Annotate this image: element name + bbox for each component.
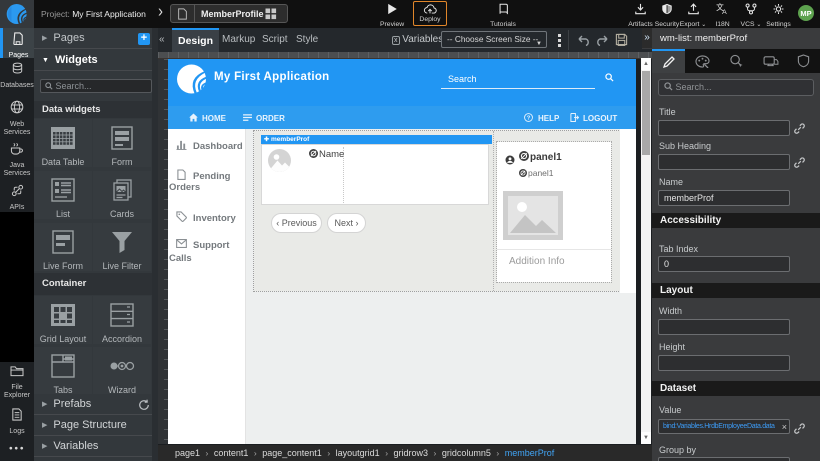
svg-text:A: A	[722, 9, 727, 15]
svg-text:?: ?	[527, 116, 531, 122]
